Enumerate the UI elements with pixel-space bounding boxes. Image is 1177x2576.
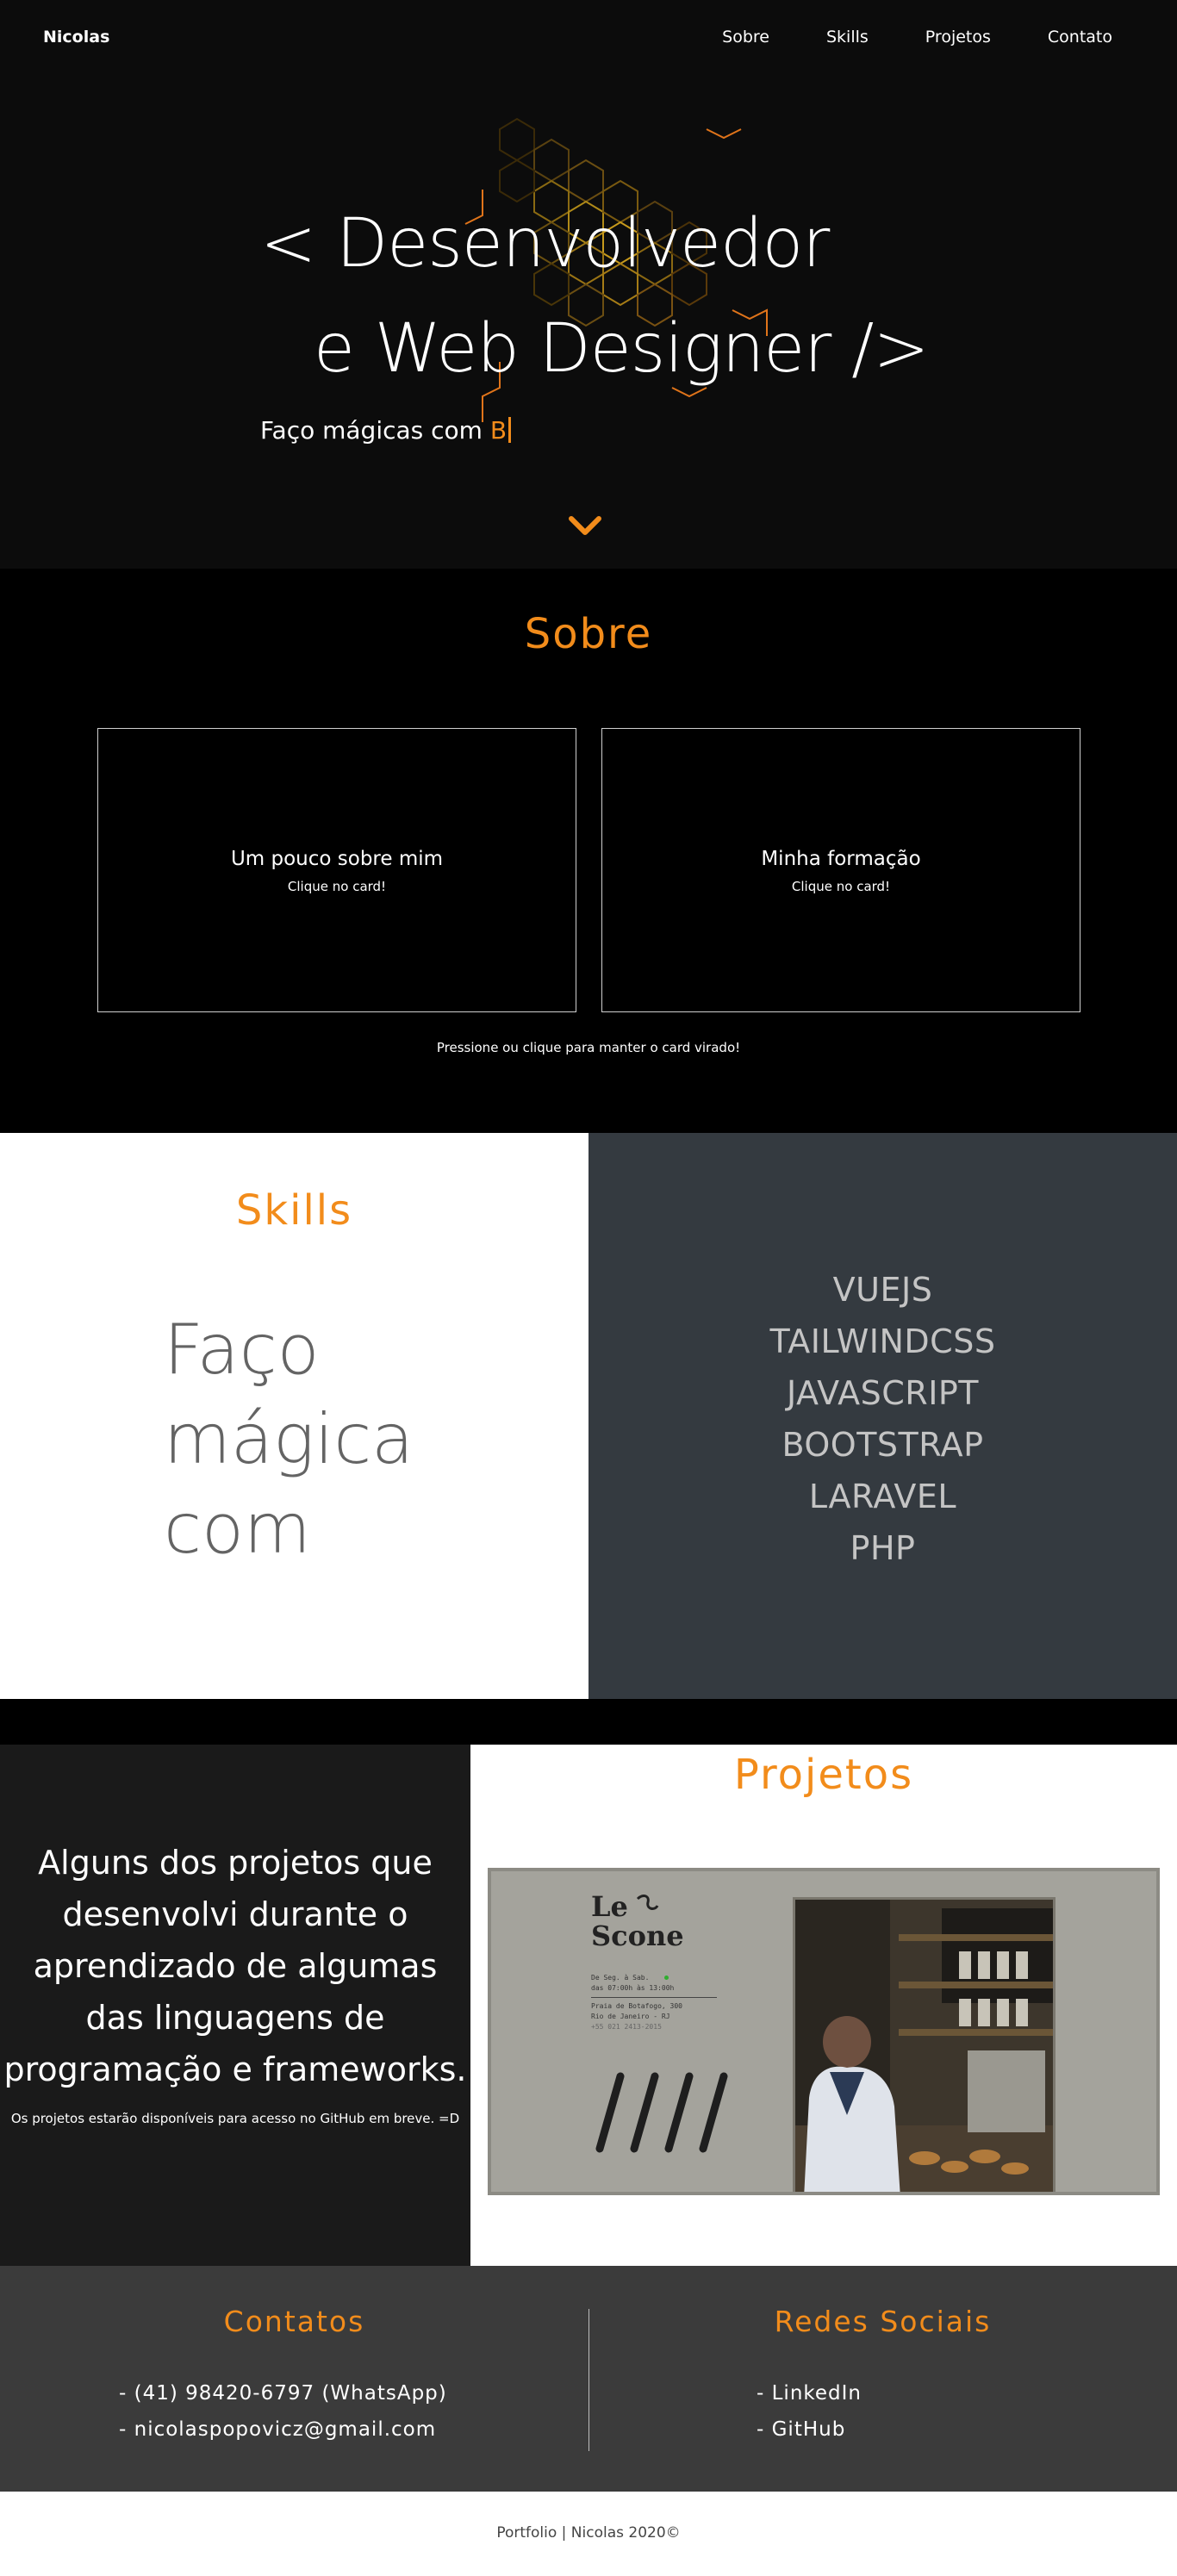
project-phone: +55 021 2413-2015	[591, 2023, 662, 2031]
contact-phone[interactable]: - (41) 98420-6797 (WhatsApp)	[119, 2375, 447, 2411]
contact-section: Contatos Redes Sociais - (41) 98420-6797…	[0, 2266, 1177, 2492]
card-hint-text: Pressione ou clique para manter o card v…	[436, 1040, 741, 1055]
redes-sociais-title: Redes Sociais	[774, 2305, 992, 2338]
hero-subtitle: Faço mágicas com B	[260, 416, 512, 445]
contatos-title: Contatos	[223, 2305, 365, 2338]
contatos-list: - (41) 98420-6797 (WhatsApp) - nicolaspo…	[119, 2375, 447, 2448]
skills-intro-panel: Skills Faço mágica com	[0, 1133, 588, 1699]
top-navigation: Nicolas Sobre Skills Projetos Contato	[0, 0, 1177, 78]
card-subtitle: Clique no card!	[287, 879, 387, 894]
hero-heading-line-2: e Web Designer />	[314, 310, 930, 388]
project-hours-time: das 07:00h às 13:00h	[591, 1984, 675, 1992]
slash-decoration	[595, 2072, 728, 2153]
card-title: Um pouco sobre mim	[230, 848, 444, 870]
info-divider	[591, 1997, 717, 1998]
project-thumbnail-le-scone[interactable]: Le Scone De Seg. à Sab. das 07:00h às 13…	[488, 1868, 1160, 2195]
chevron-down-icon[interactable]	[566, 513, 604, 539]
project-info-block: De Seg. à Sab. das 07:00h às 13:00h Prai…	[591, 1973, 720, 2032]
card-formacao[interactable]: Minha formação Clique no card!	[601, 728, 1080, 1012]
skill-item: LARAVEL	[808, 1478, 957, 1515]
skill-item: TAILWINDCSS	[769, 1322, 996, 1360]
social-link-linkedin[interactable]: - LinkedIn	[757, 2375, 862, 2411]
redes-sociais-list: - LinkedIn - GitHub	[757, 2375, 862, 2448]
skill-item: VUEJS	[832, 1271, 933, 1309]
social-link-github[interactable]: - GitHub	[757, 2411, 862, 2448]
skill-item: BOOTSTRAP	[782, 1426, 984, 1464]
sobre-section: Sobre Um pouco sobre mim Clique no card!…	[0, 569, 1177, 1133]
skills-list-panel: VUEJS TAILWINDCSS JAVASCRIPT BOOTSTRAP L…	[588, 1133, 1177, 1699]
cafe-photo-illustration	[795, 1900, 1053, 2192]
card-subtitle: Clique no card!	[791, 879, 891, 894]
card-sobre-mim[interactable]: Um pouco sobre mim Clique no card!	[97, 728, 576, 1012]
skill-item: PHP	[850, 1529, 916, 1567]
contact-email[interactable]: - nicolaspopovicz@gmail.com	[119, 2411, 447, 2448]
open-status-dot	[664, 1976, 669, 1980]
footer-text: Portfolio | Nicolas 2020©	[496, 2524, 681, 2542]
card-title: Minha formação	[761, 848, 921, 870]
cafe-photo	[793, 1897, 1056, 2192]
brand-logo[interactable]: Nicolas	[43, 28, 109, 47]
nav-links: Sobre Skills Projetos Contato	[722, 28, 1112, 47]
typing-caret	[508, 417, 512, 443]
scone-swirl-icon	[636, 1895, 659, 1910]
skill-item: JAVASCRIPT	[786, 1374, 980, 1412]
projetos-note: Os projetos estarão disponíveis para ace…	[10, 2111, 460, 2126]
projetos-description: Alguns dos projetos que desenvolvi duran…	[3, 1844, 467, 2088]
contact-divider	[588, 2309, 589, 2451]
projetos-description-panel: Alguns dos projetos que desenvolvi duran…	[0, 1745, 470, 2266]
skills-list: VUEJS TAILWINDCSS JAVASCRIPT BOOTSTRAP L…	[588, 1264, 1177, 1574]
project-hours-days: De Seg. à Sab.	[591, 1974, 650, 1982]
projetos-title: Projetos	[733, 1751, 914, 1799]
hero-section: < Desenvolvedor e Web Designer /> Faço m…	[0, 0, 1177, 569]
sobre-title: Sobre	[524, 610, 653, 658]
nav-link-projetos[interactable]: Projetos	[925, 28, 991, 47]
hero-subtitle-typed-text: B	[489, 416, 508, 445]
skills-title: Skills	[235, 1186, 353, 1235]
project-logo-line-2: Scone	[591, 1920, 684, 1952]
nav-link-sobre[interactable]: Sobre	[722, 28, 769, 47]
projetos-gallery-panel: Projetos Le Scone De Seg. à Sab. das 07:…	[470, 1745, 1177, 2266]
project-city: Rio de Janeiro - RJ	[591, 2013, 670, 2020]
hero-heading-line-1: < Desenvolvedor	[260, 205, 830, 283]
nav-link-skills[interactable]: Skills	[826, 28, 869, 47]
nav-link-contato[interactable]: Contato	[1048, 28, 1112, 47]
project-address: Praia de Botafogo, 300	[591, 2002, 682, 2010]
skills-magic-text: Faço mágica com	[164, 1310, 414, 1569]
hero-subtitle-prefix: Faço mágicas com	[260, 416, 490, 445]
page-footer: Portfolio | Nicolas 2020©	[0, 2492, 1177, 2576]
